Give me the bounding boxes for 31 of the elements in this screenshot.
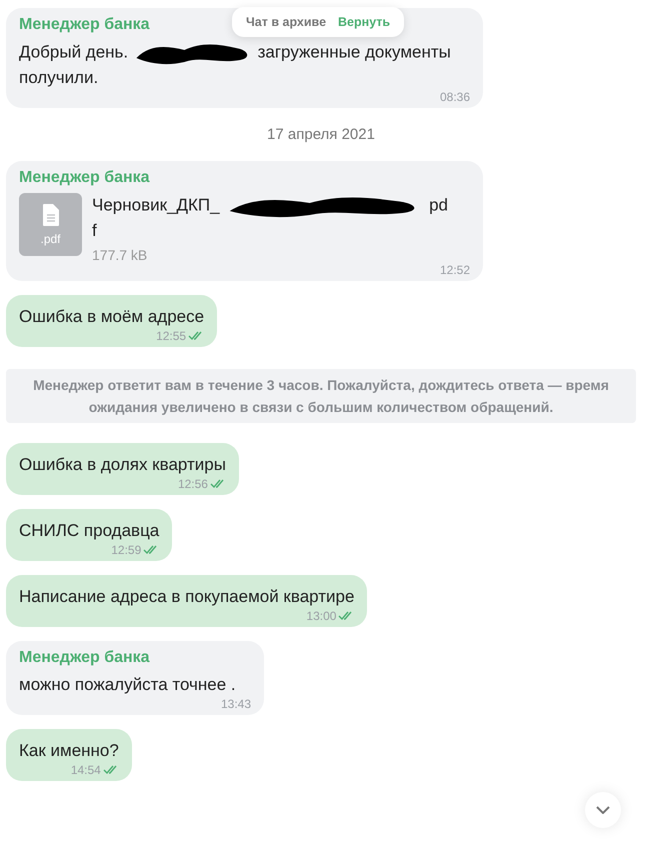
date-separator: 17 апреля 2021 [267,126,375,143]
file-name[interactable]: Черновик_ДКП_ pd [92,193,448,219]
message-text: Написание адреса в покупаемой квартире [19,586,354,608]
message-time: 13:43 [220,697,251,711]
file-name[interactable]: f [92,219,448,243]
message-time: 12:52 [440,263,470,277]
archive-status: Чат в архиве [246,15,326,29]
read-checkmarks-icon [102,765,119,775]
read-checkmarks-icon [143,545,160,555]
read-checkmarks-icon [188,331,204,341]
scroll-down-button[interactable] [585,792,621,828]
sender-name: Менеджер банка [19,169,150,187]
read-checkmarks-icon [210,479,226,489]
chevron-down-icon [596,806,610,814]
system-notice: Менеджер ответит вам в течение 3 часов. Пожалуйста, дождитесь ответа — время ожидания увеличено в связи с большим количеством обращений. [6,369,636,423]
message-time: 12:55 [156,329,186,343]
message-text: можно пожалуйста точнее . [19,674,237,696]
message-time: 12:59 [111,543,142,557]
message-time: 14:54 [70,763,101,777]
message-text: Добрый день. загруженные документы получили. [19,40,452,89]
read-checkmarks-icon [338,611,354,621]
message-text: Ошибка в долях квартиры [19,454,226,476]
message-time: 12:56 [178,477,208,491]
message-text: СНИЛС продавца [19,520,160,542]
message-time: 08:36 [440,90,470,104]
message-text: Ошибка в моём адресе [19,306,204,328]
sender-name: Менеджер банка [19,16,150,34]
message-time: 13:00 [306,609,336,623]
file-size: 177.7 kB [92,247,148,263]
sender-name: Менеджер банка [19,649,150,667]
message-text: Как именно? [19,740,119,762]
